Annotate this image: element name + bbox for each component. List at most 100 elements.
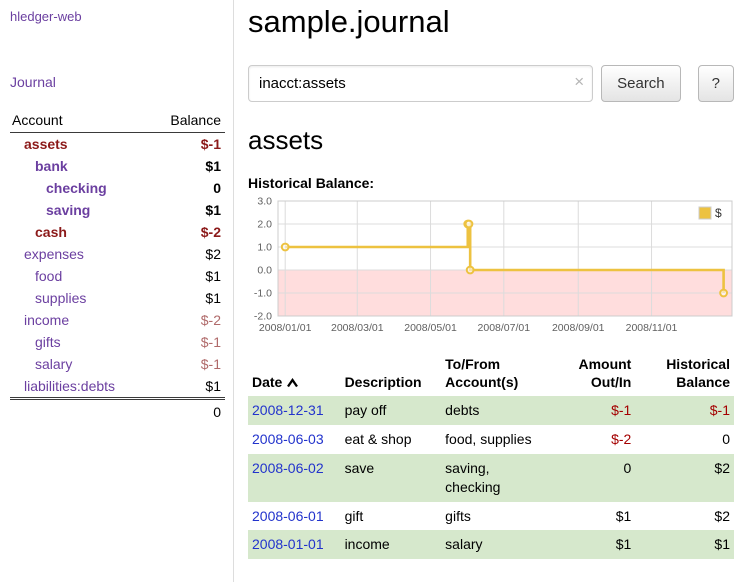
register-row: 2008-06-01giftgifts$1$2 <box>248 502 734 531</box>
account-balance: $2 <box>150 243 225 265</box>
historical-balance-chart[interactable]: 3.02.01.00.0-1.0-2.02008/01/012008/03/01… <box>248 197 734 342</box>
account-link-checking[interactable]: checking <box>46 180 107 196</box>
account-balance: $-2 <box>150 221 225 243</box>
account-balance: $1 <box>150 155 225 177</box>
account-balance: $-1 <box>150 331 225 353</box>
register-row: 2008-06-02 savesaving, checking0$2 <box>248 454 734 502</box>
transaction-accounts: food, supplies <box>441 425 550 454</box>
accounts-header-balance: Balance <box>150 110 225 133</box>
register-header-date[interactable]: Date <box>248 354 341 396</box>
register-header-description: Description <box>341 354 442 396</box>
account-link-saving[interactable]: saving <box>46 202 90 218</box>
search-row: × Search ? <box>248 65 734 102</box>
svg-text:2008/07/01: 2008/07/01 <box>478 322 531 334</box>
clear-search-icon[interactable]: × <box>574 73 584 90</box>
transaction-date-link[interactable]: 2008-01-01 <box>252 536 324 552</box>
account-link-expenses[interactable]: expenses <box>24 246 84 262</box>
account-link-salary[interactable]: salary <box>35 356 72 372</box>
transaction-amount: $1 <box>550 502 636 531</box>
transaction-accounts: saving, checking <box>441 454 550 502</box>
svg-text:2008/01/01: 2008/01/01 <box>259 322 312 334</box>
svg-text:-1.0: -1.0 <box>254 288 272 300</box>
account-row: bank $1 <box>10 155 225 177</box>
svg-text:3.0: 3.0 <box>257 197 272 208</box>
register-row: 2008-12-31pay offdebts$-1$-1 <box>248 396 734 425</box>
account-balance: $1 <box>150 265 225 287</box>
account-balance: $-1 <box>150 353 225 375</box>
account-row: assets $-1 <box>10 133 225 156</box>
account-balance: $-2 <box>150 309 225 331</box>
register-header-balance: Historical Balance <box>635 354 734 396</box>
account-link-food[interactable]: food <box>35 268 62 284</box>
app-title-link[interactable]: hledger-web <box>10 9 82 24</box>
account-link-assets[interactable]: assets <box>24 136 68 152</box>
sort-ascending-icon <box>286 378 299 388</box>
journal-link[interactable]: Journal <box>10 74 56 90</box>
transaction-description: income <box>341 530 442 559</box>
page-title: sample.journal <box>248 4 734 40</box>
account-balance: $1 <box>150 287 225 309</box>
svg-text:2008/05/01: 2008/05/01 <box>404 322 457 334</box>
transaction-date-link[interactable]: 2008-06-02 <box>252 460 324 476</box>
transaction-amount: $-1 <box>550 396 636 425</box>
svg-text:1.0: 1.0 <box>257 242 272 254</box>
accounts-header-account: Account <box>10 110 150 133</box>
data-point-marker <box>282 244 289 251</box>
register-header-row: Date Description To/From Account(s) Amou… <box>248 354 734 396</box>
svg-text:2008/03/01: 2008/03/01 <box>331 322 384 334</box>
app: hledger-web Journal Account Balance asse… <box>0 0 742 582</box>
svg-text:0.0: 0.0 <box>257 265 272 277</box>
search-button[interactable]: Search <box>601 65 681 102</box>
transaction-running-balance: $2 <box>635 454 734 502</box>
chart-canvas: 3.02.01.00.0-1.0-2.02008/01/012008/03/01… <box>248 197 734 339</box>
register-header-accounts: To/From Account(s) <box>441 354 550 396</box>
svg-text:-2.0: -2.0 <box>254 311 272 323</box>
account-balance: $1 <box>150 375 225 399</box>
account-heading: assets <box>248 125 734 156</box>
account-balance: $-1 <box>150 133 225 156</box>
account-row: expenses $2 <box>10 243 225 265</box>
transaction-running-balance: $-1 <box>635 396 734 425</box>
data-point-marker <box>720 290 727 297</box>
account-link-gifts[interactable]: gifts <box>35 334 61 350</box>
transaction-amount: 0 <box>550 454 636 502</box>
account-balance: $1 <box>150 199 225 221</box>
transaction-description: gift <box>341 502 442 531</box>
account-row: food $1 <box>10 265 225 287</box>
account-link-supplies[interactable]: supplies <box>35 290 86 306</box>
legend-swatch <box>699 207 711 219</box>
transaction-date-link[interactable]: 2008-06-01 <box>252 508 324 524</box>
account-row: supplies $1 <box>10 287 225 309</box>
account-row: gifts $-1 <box>10 331 225 353</box>
account-link-liabilities-debts[interactable]: liabilities:debts <box>24 378 115 394</box>
help-button[interactable]: ? <box>698 65 734 102</box>
transaction-accounts: gifts <box>441 502 550 531</box>
account-link-cash[interactable]: cash <box>35 224 67 240</box>
account-balance: 0 <box>150 177 225 199</box>
accounts-table: Account Balance assets $-1 bank $1 checking 0… <box>10 110 225 423</box>
transaction-description: save <box>341 454 442 502</box>
transaction-description: eat & shop <box>341 425 442 454</box>
transaction-accounts: debts <box>441 396 550 425</box>
transaction-date-link[interactable]: 2008-12-31 <box>252 402 324 418</box>
transaction-running-balance: $1 <box>635 530 734 559</box>
data-point-marker <box>467 267 474 274</box>
svg-text:2008/11/01: 2008/11/01 <box>626 322 678 334</box>
register-row: 2008-01-01incomesalary$1$1 <box>248 530 734 559</box>
account-link-income[interactable]: income <box>24 312 69 328</box>
journal-nav: Journal <box>10 74 225 90</box>
account-row: cash $-2 <box>10 221 225 243</box>
svg-text:2008/09/01: 2008/09/01 <box>552 322 605 334</box>
transaction-amount: $1 <box>550 530 636 559</box>
transaction-date-link[interactable]: 2008-06-03 <box>252 431 324 447</box>
search-input[interactable] <box>248 65 593 102</box>
account-link-bank[interactable]: bank <box>35 158 68 174</box>
register-table: Date Description To/From Account(s) Amou… <box>248 354 734 559</box>
accounts-total-balance: 0 <box>150 399 225 424</box>
transaction-description: pay off <box>341 396 442 425</box>
transaction-amount: $-2 <box>550 425 636 454</box>
app-title: hledger-web <box>10 8 225 24</box>
chart-title: Historical Balance: <box>248 175 734 191</box>
data-point-marker <box>466 221 473 228</box>
main-content: sample.journal × Search ? assets Histori… <box>234 0 742 582</box>
